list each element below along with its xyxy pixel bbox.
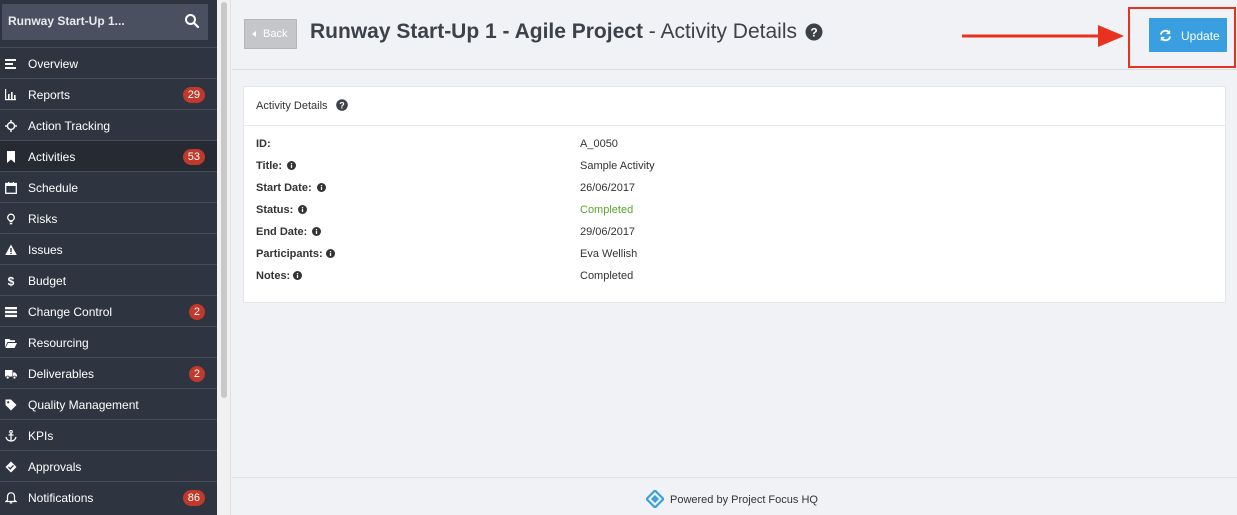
field-value: Completed	[580, 270, 634, 282]
bar-chart-icon	[5, 89, 16, 101]
dollar-icon: $	[8, 275, 15, 287]
sidebar-item-deliverables[interactable]: Deliverables 2	[0, 357, 217, 388]
sidebar-item-approvals[interactable]: Approvals	[0, 450, 217, 481]
field-label: Notes:	[256, 270, 303, 282]
page-subtitle: - Activity Details	[642, 20, 797, 43]
server-icon	[5, 307, 17, 318]
field-label: Title:	[256, 160, 297, 172]
sidebar-item-change-control[interactable]: Change Control 2	[0, 295, 217, 326]
page-title: Runway Start-Up 1 - Agile Project - Acti…	[310, 20, 823, 44]
panel-title: Activity Details	[256, 100, 328, 112]
sidebar-item-label: Deliverables	[28, 367, 95, 381]
sidebar: Runway Start-Up 1... Overview Reports 29…	[0, 0, 217, 515]
field-value: A_0050	[580, 138, 618, 150]
footer-text: Powered by Project Focus HQ	[670, 494, 818, 506]
page-footer: Powered by Project Focus HQ	[232, 477, 1237, 515]
field-value: Eva Wellish	[580, 248, 638, 260]
folder-open-icon	[5, 339, 17, 348]
sidebar-item-label: Activities	[28, 150, 76, 164]
sidebar-item-overview[interactable]: Overview	[0, 47, 217, 78]
sidebar-item-label: Schedule	[28, 181, 79, 195]
info-icon[interactable]	[325, 249, 335, 258]
panel-header: Activity Details ?	[244, 87, 1225, 126]
sidebar-item-reports[interactable]: Reports 29	[0, 78, 217, 109]
sidebar-item-label: Action Tracking	[28, 119, 111, 133]
sidebar-item-label: Change Control	[28, 305, 113, 319]
field-label: Participants:	[256, 248, 335, 260]
info-icon[interactable]	[316, 183, 326, 192]
annotation-arrow	[962, 25, 1124, 47]
truck-icon	[5, 370, 17, 380]
search-icon[interactable]	[184, 13, 200, 29]
info-icon[interactable]	[298, 205, 308, 214]
back-button-label: Back	[263, 28, 288, 40]
bookmark-icon	[7, 151, 15, 163]
list-icon	[5, 59, 16, 69]
sidebar-item-risks[interactable]: Risks	[0, 202, 217, 233]
field-value: 29/06/2017	[580, 226, 636, 238]
info-icon[interactable]	[293, 271, 303, 280]
sidebar-item-label: Risks	[28, 212, 58, 226]
field-value: Sample Activity	[580, 160, 655, 172]
activities-count-badge: 53	[182, 149, 205, 165]
field-label: Start Date:	[256, 182, 326, 194]
svg-text:?: ?	[810, 26, 817, 40]
sidebar-menu: Overview Reports 29 Action Tracking Acti…	[0, 47, 217, 512]
notifications-count-badge: 86	[182, 490, 205, 506]
sidebar-item-label: Approvals	[28, 460, 82, 474]
reports-count-badge: 29	[182, 87, 205, 103]
question-circle-icon[interactable]: ?	[805, 23, 823, 41]
lightbulb-icon	[7, 213, 15, 225]
project-title: Runway Start-Up 1 - Agile Project	[310, 20, 643, 43]
scrollbar-thumb[interactable]	[221, 2, 227, 398]
annotation-highlight-box	[1128, 7, 1236, 68]
change-control-count-badge: 2	[188, 304, 205, 320]
caret-left-icon	[252, 31, 256, 37]
svg-text:$: $	[8, 275, 15, 287]
sidebar-item-quality-management[interactable]: Quality Management	[0, 388, 217, 419]
field-label: Status:	[256, 204, 308, 216]
sidebar-item-label: KPIs	[28, 429, 54, 443]
sidebar-item-label: Budget	[28, 274, 67, 288]
bell-icon	[5, 492, 17, 504]
sidebar-item-schedule[interactable]: Schedule	[0, 171, 217, 202]
svg-text:?: ?	[339, 101, 345, 111]
project-focus-logo-icon	[646, 490, 664, 508]
back-button[interactable]: Back	[244, 19, 297, 49]
sidebar-item-label: Overview	[28, 57, 79, 71]
tick-tag-icon	[5, 461, 17, 473]
tag-icon	[5, 399, 17, 411]
sidebar-item-activities[interactable]: Activities 53	[0, 140, 217, 171]
field-label: End Date:	[256, 226, 322, 238]
activity-details-panel: Activity Details ? ID: A_0050 Title: Sam…	[243, 86, 1226, 303]
sidebar-item-label: Reports	[28, 88, 71, 102]
project-search-bar[interactable]: Runway Start-Up 1...	[2, 4, 208, 40]
info-icon[interactable]	[287, 161, 297, 170]
field-label: ID:	[256, 138, 271, 150]
field-value: 26/06/2017	[580, 182, 636, 194]
sidebar-item-label: Notifications	[28, 491, 94, 505]
sidebar-item-budget[interactable]: $ Budget	[0, 264, 217, 295]
question-circle-icon[interactable]: ?	[336, 99, 348, 111]
sidebar-item-resourcing[interactable]: Resourcing	[0, 326, 217, 357]
sidebar-item-label: Quality Management	[28, 398, 139, 412]
sidebar-item-label: Issues	[28, 243, 63, 257]
sidebar-scrollbar[interactable]	[217, 0, 231, 515]
sidebar-item-kpis[interactable]: KPIs	[0, 419, 217, 450]
deliverables-count-badge: 2	[188, 366, 205, 382]
sidebar-item-action-tracking[interactable]: Action Tracking	[0, 109, 217, 140]
anchor-icon	[5, 430, 17, 442]
sidebar-item-label: Resourcing	[28, 336, 89, 350]
warning-icon	[5, 244, 17, 255]
info-icon[interactable]	[312, 227, 322, 236]
status-value: Completed	[580, 204, 634, 216]
project-name[interactable]: Runway Start-Up 1...	[8, 14, 125, 28]
sidebar-item-issues[interactable]: Issues	[0, 233, 217, 264]
sidebar-item-notifications[interactable]: Notifications 86	[0, 481, 217, 512]
calendar-icon	[5, 182, 17, 194]
crosshair-icon	[5, 120, 17, 132]
